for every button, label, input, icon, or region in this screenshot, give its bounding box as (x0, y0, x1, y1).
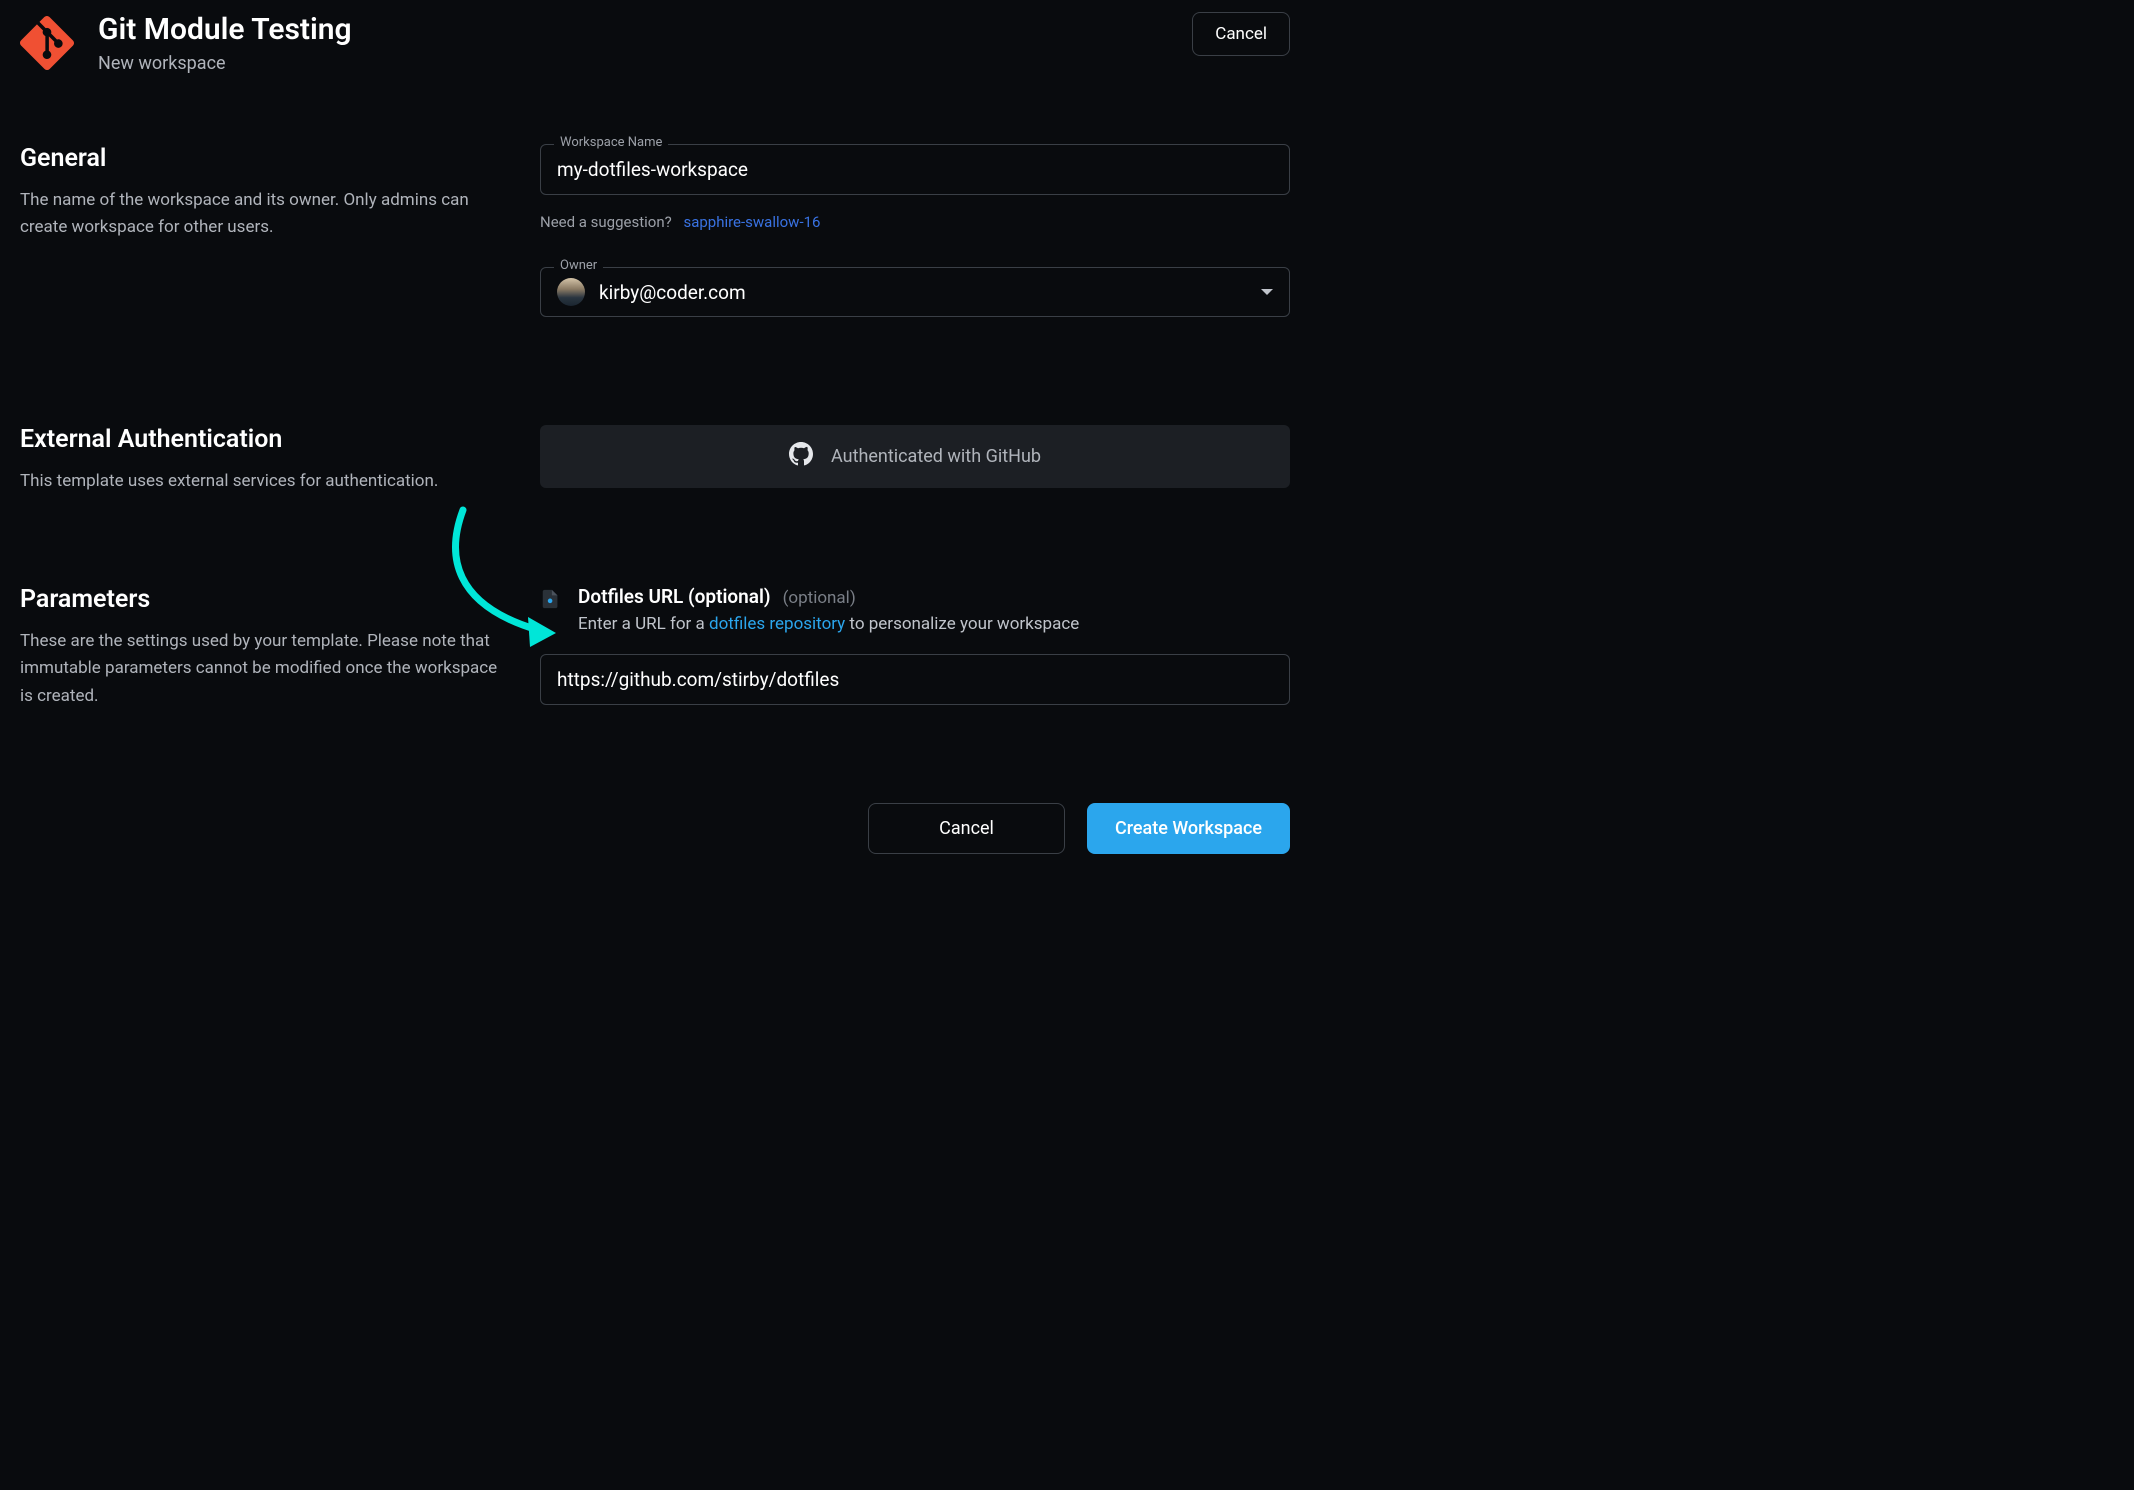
workspace-name-field: Workspace Name (540, 144, 1290, 195)
github-icon (789, 442, 813, 471)
page-title: Git Module Testing (98, 12, 352, 47)
page-header: Git Module Testing New workspace Cancel (20, 12, 1290, 74)
owner-select[interactable]: kirby@coder.com (540, 267, 1290, 317)
section-heading-auth: External Authentication (20, 425, 500, 454)
param-dotfiles-desc: Enter a URL for a dotfiles repository to… (578, 614, 1079, 634)
header-left: Git Module Testing New workspace (20, 12, 352, 74)
dotfiles-url-field (540, 654, 1290, 705)
dotfiles-icon (540, 588, 562, 610)
workspace-name-label: Workspace Name (554, 135, 668, 150)
suggestion-row: Need a suggestion? sapphire-swallow-16 (540, 213, 1290, 231)
workspace-name-input[interactable] (540, 144, 1290, 195)
cancel-button-footer[interactable]: Cancel (868, 803, 1065, 854)
header-text: Git Module Testing New workspace (98, 12, 352, 74)
section-desc-auth: This template uses external services for… (20, 468, 500, 495)
suggestion-prompt: Need a suggestion? (540, 213, 672, 231)
suggestion-link[interactable]: sapphire-swallow-16 (683, 213, 820, 231)
section-parameters: Parameters These are the settings used b… (20, 585, 1290, 723)
section-desc-params: These are the settings used by your temp… (20, 628, 500, 710)
footer-actions: Cancel Create Workspace (20, 763, 1290, 854)
section-general: General The name of the workspace and it… (20, 144, 1290, 335)
section-desc-general: The name of the workspace and its owner.… (20, 187, 500, 241)
section-heading-params: Parameters (20, 585, 500, 614)
param-dotfiles-title: Dotfiles URL (optional) (578, 585, 771, 608)
page-subtitle: New workspace (98, 53, 352, 74)
param-desc-prefix: Enter a URL for a (578, 614, 709, 634)
param-dotfiles-header: Dotfiles URL (optional) (optional) Enter… (540, 585, 1290, 634)
param-desc-suffix: to personalize your workspace (845, 614, 1079, 634)
git-icon (20, 16, 74, 70)
param-optional-tag: (optional) (783, 588, 856, 608)
create-workspace-button[interactable]: Create Workspace (1087, 803, 1290, 854)
avatar (557, 278, 585, 306)
owner-value: kirby@coder.com (599, 281, 1247, 304)
owner-label: Owner (554, 258, 603, 273)
dotfiles-url-input[interactable] (540, 654, 1290, 705)
auth-status-text: Authenticated with GitHub (831, 446, 1041, 467)
owner-field: Owner kirby@coder.com (540, 267, 1290, 317)
chevron-down-icon (1261, 289, 1273, 295)
dotfiles-repo-link[interactable]: dotfiles repository (709, 614, 845, 634)
cancel-button-header[interactable]: Cancel (1192, 12, 1290, 56)
auth-status-bar[interactable]: Authenticated with GitHub (540, 425, 1290, 488)
section-heading-general: General (20, 144, 500, 173)
section-external-auth: External Authentication This template us… (20, 425, 1290, 495)
